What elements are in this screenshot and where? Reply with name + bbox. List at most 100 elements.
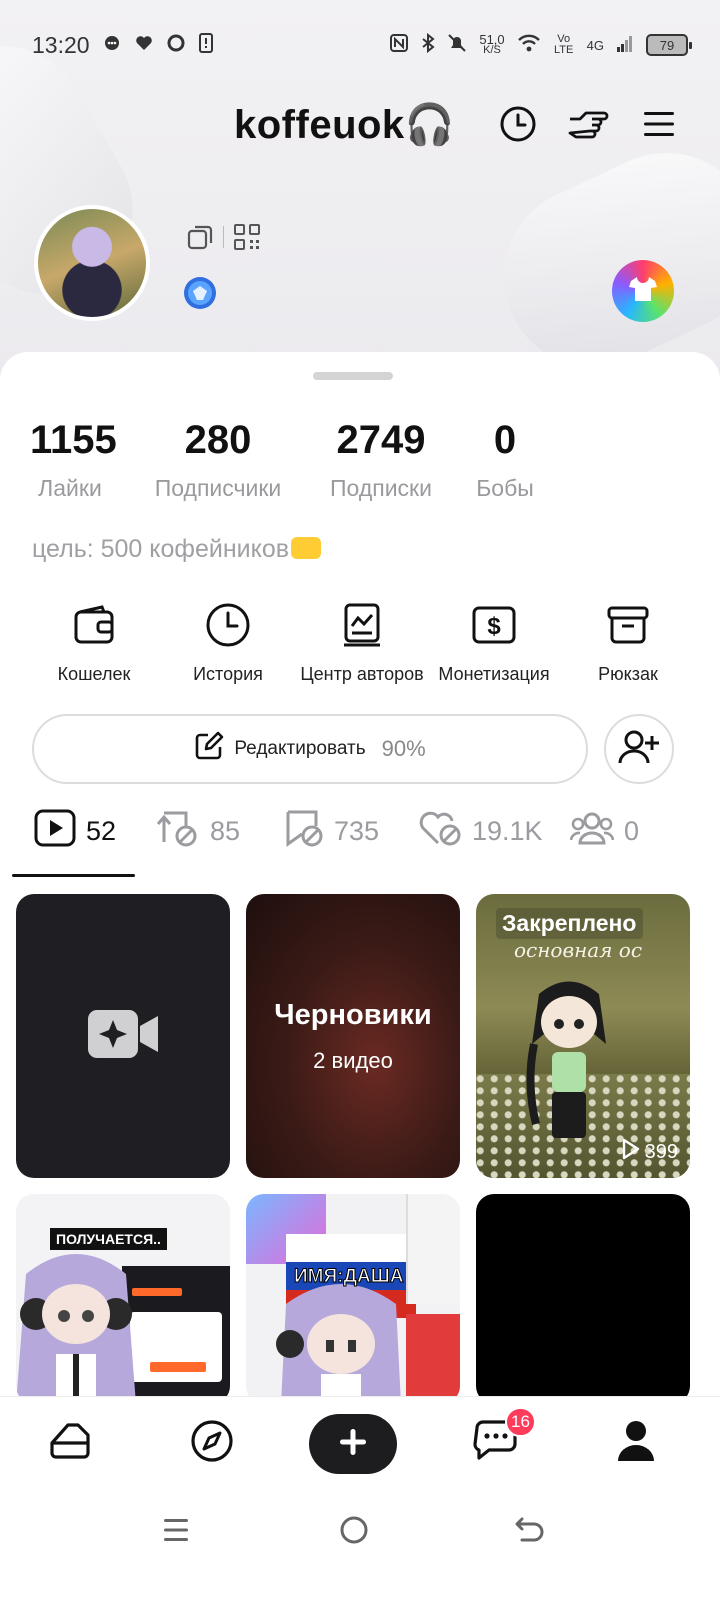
add-friend-button[interactable] — [604, 714, 674, 784]
stat-followers[interactable]: 280 Подписчики — [146, 418, 290, 502]
edit-profile-label: Редактировать — [234, 738, 366, 759]
poke-button[interactable] — [565, 103, 611, 149]
video-tile[interactable] — [476, 1194, 690, 1404]
drafts-title: Черновики — [274, 998, 432, 1031]
active-tab-indicator — [12, 874, 135, 877]
stat-label: Подписки — [330, 475, 432, 501]
nav-explore[interactable] — [184, 1415, 240, 1471]
system-navigation-bar — [0, 1490, 720, 1600]
video-caption: ИМЯ:ДАША — [294, 1266, 405, 1288]
compass-icon — [190, 1419, 234, 1468]
plus-icon — [338, 1427, 368, 1462]
pointing-hand-icon — [566, 105, 610, 148]
pinned-caption: основная ос — [514, 938, 643, 962]
add-user-icon — [618, 728, 660, 771]
profile-bio: цель: 500 кофейников — [32, 535, 322, 564]
signal-icon — [616, 33, 634, 58]
pinned-video-tile[interactable]: Закреплено основная ос 399 — [476, 894, 690, 1178]
phone-image — [406, 1194, 460, 1304]
heart-hands-emoji-icon — [291, 537, 322, 559]
level-badge[interactable] — [181, 274, 219, 312]
edit-profile-button[interactable]: Редактировать 90% — [32, 714, 588, 784]
wallet-icon — [69, 600, 119, 650]
tab-friends[interactable]: 0 — [569, 808, 639, 854]
tab-videos[interactable]: 52 — [34, 808, 116, 854]
copy-id-button[interactable] — [186, 223, 214, 251]
play-icon — [621, 1138, 641, 1166]
outfit-button[interactable] — [612, 260, 674, 322]
qr-code-icon — [233, 224, 261, 255]
gacha-character-image — [16, 1254, 136, 1404]
tool-monetization[interactable]: $ Монетизация — [424, 600, 564, 685]
back-button[interactable] — [510, 1512, 550, 1552]
drafts-count: 2 видео — [313, 1047, 393, 1073]
recent-apps-icon — [162, 1516, 190, 1549]
stat-value: 0 — [493, 418, 517, 462]
wifi-icon — [517, 33, 541, 58]
drafts-tile[interactable]: Черновики 2 видео — [246, 894, 460, 1178]
clock-icon — [499, 105, 537, 148]
bookmark-icon — [284, 808, 324, 855]
stat-value: 280 — [184, 418, 252, 462]
menu-button[interactable] — [636, 103, 682, 149]
stat-likes[interactable]: 1155 Лайки — [30, 418, 117, 502]
edit-icon — [194, 731, 224, 767]
video-play-icon — [34, 809, 76, 854]
hamburger-menu-icon — [642, 109, 676, 144]
heart-notification-icon — [134, 33, 154, 58]
nav-profile[interactable] — [608, 1415, 664, 1471]
history-button[interactable] — [495, 103, 541, 149]
avatar[interactable] — [34, 205, 150, 321]
status-time: 13:20 — [32, 31, 90, 58]
tab-favorites[interactable]: 735 — [284, 808, 379, 854]
tab-liked[interactable]: 19.1K — [418, 808, 543, 854]
view-count-value: 399 — [644, 1140, 678, 1163]
video-tile[interactable]: ИМЯ:ДАША — [246, 1194, 460, 1404]
video-camera-sparkle-icon — [86, 1006, 160, 1067]
recent-apps-button[interactable] — [156, 1512, 196, 1552]
profile-header: koffeuok🎧 — [0, 95, 720, 155]
tool-wallet[interactable]: Кошелек — [24, 600, 164, 685]
alert-notification-icon — [198, 32, 214, 58]
video-tile[interactable]: ПОЛУЧАЕТСЯ.. — [16, 1194, 230, 1404]
battery-indicator: 79 — [646, 34, 692, 56]
divider — [223, 226, 224, 248]
tool-label: Рюкзак — [598, 664, 658, 684]
tool-history[interactable]: История — [158, 600, 298, 685]
tool-label: Монетизация — [438, 664, 550, 684]
heart-icon — [418, 809, 462, 854]
tab-count: 85 — [210, 815, 241, 846]
tool-creator-center[interactable]: Центр авторов — [292, 600, 432, 685]
circle-home-icon — [339, 1515, 369, 1550]
gacha-character-image — [276, 1284, 401, 1404]
flag-stripe-white — [286, 1234, 416, 1262]
pinned-label: Закреплено — [496, 908, 643, 939]
bottom-navigation: 16 — [0, 1396, 720, 1490]
creator-center-icon — [337, 600, 387, 650]
tab-reposts[interactable]: 85 — [156, 808, 240, 854]
qr-code-button[interactable] — [233, 223, 261, 251]
volte-indicator: Vo LTE — [553, 33, 574, 56]
stat-following[interactable]: 2749 Подписки — [322, 418, 440, 502]
view-count: 399 — [621, 1138, 678, 1166]
bluetooth-icon — [421, 32, 435, 58]
stat-beans[interactable]: 0 Бобы — [470, 418, 540, 502]
network-speed: 51,0 K/S — [479, 33, 504, 56]
create-button[interactable] — [309, 1414, 397, 1474]
stat-label: Лайки — [38, 475, 102, 501]
status-bar: 13:20 51,0 K/S Vo LTE 4G 79 — [0, 0, 720, 90]
messages-badge: 16 — [505, 1407, 536, 1437]
clock-icon — [203, 600, 253, 650]
create-video-tile[interactable] — [16, 894, 230, 1178]
svg-text:$: $ — [487, 613, 501, 640]
tool-label: История — [193, 664, 263, 684]
nfc-icon — [389, 33, 409, 58]
back-arrow-icon — [514, 1515, 546, 1550]
network-type: 4G — [587, 39, 604, 52]
drag-handle[interactable] — [313, 372, 393, 380]
username-title[interactable]: koffeuok🎧 — [234, 95, 455, 155]
network-speed-unit: K/S — [483, 44, 501, 56]
tool-backpack[interactable]: Рюкзак — [558, 600, 698, 685]
home-system-button[interactable] — [334, 1512, 374, 1552]
nav-home[interactable] — [42, 1415, 98, 1471]
